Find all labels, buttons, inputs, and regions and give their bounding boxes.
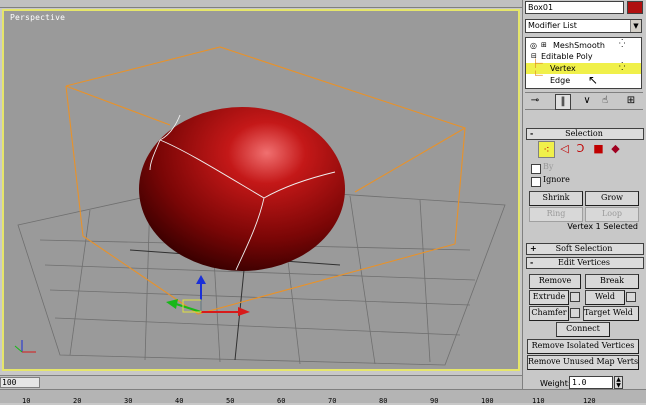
trackbar-tick-label: 30 xyxy=(124,397,133,405)
rollout-soft-selection[interactable]: + Soft Selection xyxy=(526,243,644,255)
viewport-label[interactable]: Perspective xyxy=(10,13,65,22)
weld-settings-icon[interactable] xyxy=(626,292,636,302)
tree-branch-icon: └─ xyxy=(533,71,543,80)
weight-label: Weight: xyxy=(540,379,571,388)
target-weld-button[interactable]: Target Weld xyxy=(583,306,639,321)
extrude-settings-icon[interactable] xyxy=(570,292,580,302)
mesh-smooth-sphere xyxy=(139,107,345,271)
object-name-field[interactable]: Box01 xyxy=(525,1,624,14)
ring-button[interactable]: Ring xyxy=(529,207,583,222)
rollout-selection[interactable]: - Selection xyxy=(526,128,644,140)
weight-spinner-icon[interactable]: ▲ ▼ xyxy=(614,376,623,389)
configure-sets-icon[interactable]: ⊞ xyxy=(624,94,638,108)
stack-item-edge[interactable]: └─ Edge xyxy=(526,71,641,86)
connect-button[interactable]: Connect xyxy=(556,322,610,337)
viewport-scene[interactable] xyxy=(0,0,522,375)
remove-isolated-vertices-button[interactable]: Remove Isolated Vertices xyxy=(527,339,639,354)
chevron-down-icon[interactable]: ▼ xyxy=(630,20,641,32)
ignore-checkbox[interactable] xyxy=(531,177,541,187)
remove-unused-map-verts-button[interactable]: Remove Unused Map Verts xyxy=(527,355,639,370)
trackbar-tick-label: 110 xyxy=(532,397,545,405)
vertex-mode-icon[interactable]: ⁖ xyxy=(538,141,555,158)
selection-status: Vertex 1 Selected xyxy=(567,222,638,231)
shrink-button[interactable]: Shrink xyxy=(529,191,583,206)
trackbar-tick-label: 120 xyxy=(583,397,596,405)
trackbar-tick-label: 70 xyxy=(328,397,337,405)
chamfer-settings-icon[interactable] xyxy=(570,308,580,318)
make-unique-icon[interactable]: ∨ xyxy=(580,94,594,108)
lightbulb-icon[interactable]: ◎ xyxy=(530,40,537,51)
trackbar-tick-label: 100 xyxy=(481,397,494,405)
weight-input[interactable]: 1.0 xyxy=(569,376,613,389)
view-axis-tripod xyxy=(14,340,36,353)
weld-button[interactable]: Weld xyxy=(585,290,625,305)
trackbar-tick-label: 90 xyxy=(430,397,439,405)
loop-button[interactable]: Loop xyxy=(585,207,639,222)
stack-item-meshsmooth[interactable]: ◎ ⊞ MeshSmooth ⁛ xyxy=(526,39,641,51)
stack-item-vertex[interactable]: ├─ Vertex ⁛ xyxy=(526,59,641,74)
trackbar-tick-label: 50 xyxy=(226,397,235,405)
object-color-swatch[interactable] xyxy=(627,1,643,14)
extrude-button[interactable]: Extrude xyxy=(529,290,569,305)
pin-stack-icon[interactable]: ⊸ xyxy=(528,94,542,108)
grow-button[interactable]: Grow xyxy=(585,191,639,206)
show-end-result-icon: ⁛ xyxy=(619,39,626,48)
show-end-result-button[interactable]: ‖ xyxy=(555,94,571,110)
trackbar-tick-label: 40 xyxy=(175,397,184,405)
element-mode-icon[interactable]: ◆ xyxy=(608,141,623,156)
modifier-list-dropdown[interactable]: Modifier List xyxy=(525,19,642,33)
rollout-edit-vertices[interactable]: - Edit Vertices xyxy=(526,257,644,269)
by-checkbox[interactable] xyxy=(531,164,541,174)
polygon-mode-icon[interactable]: ■ xyxy=(591,141,606,156)
vertex-dots-icon: ⁛ xyxy=(619,62,626,71)
break-button[interactable]: Break xyxy=(585,274,639,289)
expand-icon[interactable]: ⊞ xyxy=(541,40,547,51)
time-slider[interactable]: 100 xyxy=(0,377,40,388)
border-mode-icon[interactable]: Ͻ xyxy=(573,141,588,156)
remove-button[interactable]: Remove xyxy=(529,274,581,289)
chamfer-button[interactable]: Chamfer xyxy=(529,306,569,321)
time-slider-track[interactable] xyxy=(0,375,522,389)
trackbar-tick-label: 20 xyxy=(73,397,82,405)
remove-modifier-icon[interactable]: ☝ xyxy=(598,94,612,108)
modifier-stack[interactable]: ◎ ⊞ MeshSmooth ⁛ ⊟ Editable Poly ├─ Vert… xyxy=(525,37,642,89)
trackbar-tick-label: 60 xyxy=(277,397,286,405)
trackbar[interactable] xyxy=(0,389,646,403)
trackbar-tick-label: 80 xyxy=(379,397,388,405)
trackbar-tick-label: 10 xyxy=(22,397,31,405)
mouse-cursor-icon: ↖ xyxy=(588,73,599,87)
tree-branch-icon: ├─ xyxy=(533,59,543,68)
edge-mode-icon[interactable]: ◁ xyxy=(557,141,572,156)
